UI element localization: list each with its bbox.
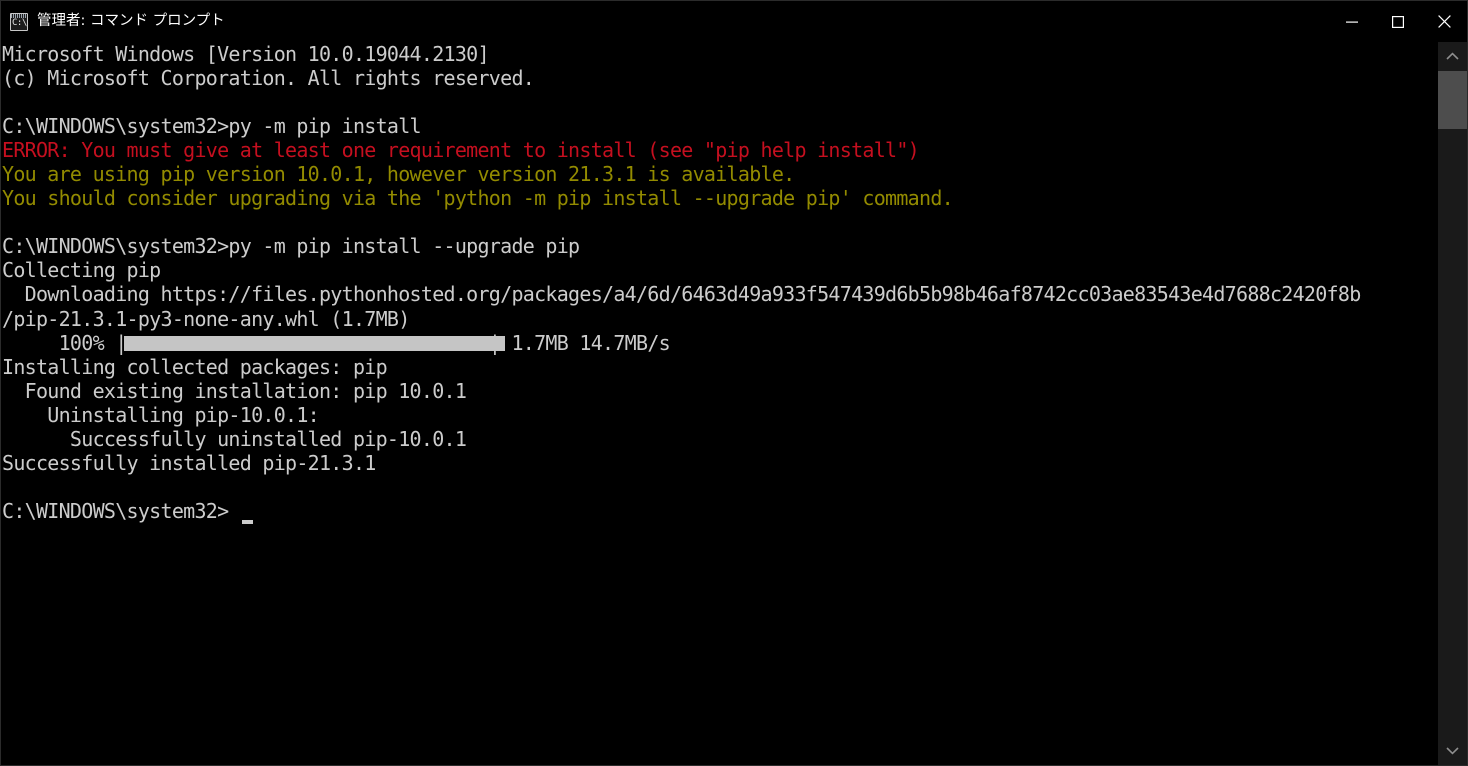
console-line: Uninstalling pip-10.0.1: [2,402,319,427]
console-line: ERROR: You must give at least one requir… [2,138,920,163]
vertical-scrollbar[interactable] [1438,42,1467,765]
chevron-up-icon [1446,52,1459,60]
console-text: Microsoft Windows [Version 10.0.19044.21… [2,42,1361,523]
download-progress-bar-fill [124,336,505,351]
console-line: (c) Microsoft Corporation. All rights re… [2,66,535,91]
console-line: Collecting pip [2,258,161,283]
scrollbar-thumb[interactable] [1438,71,1467,129]
cmd-icon-glyph: C:\_ [12,17,27,28]
close-icon [1437,15,1451,28]
console-output-area[interactable]: Microsoft Windows [Version 10.0.19044.21… [1,42,1438,765]
maximize-button[interactable] [1375,1,1421,42]
window-title: 管理者: コマンド プロンプト [37,13,225,29]
minimize-icon [1346,21,1358,23]
progress-stats-label: | 1.7MB 14.7MB/s [488,330,671,355]
command-prompt-window: C:\_ 管理者: コマンド プロンプト Microsoft Window [0,0,1468,766]
console-line: C:\WINDOWS\system32>py -m pip install --… [2,234,580,259]
maximize-icon [1392,15,1404,28]
console-line: Downloading https://files.pythonhosted.o… [2,282,1362,307]
text-cursor [242,520,253,524]
console-line: Microsoft Windows [Version 10.0.19044.21… [2,42,490,66]
minimize-button[interactable] [1329,1,1375,42]
console-line: C:\WINDOWS\system32>py -m pip install [2,114,422,139]
console-line: Installing collected packages: pip [2,354,388,379]
console-line: Successfully uninstalled pip-10.0.1 [2,426,467,451]
title-bar[interactable]: C:\_ 管理者: コマンド プロンプト [1,1,1467,42]
console-line: Found existing installation: pip 10.0.1 [2,378,467,403]
scrollbar-track[interactable] [1438,71,1467,736]
console-line: You should consider upgrading via the 'p… [2,186,954,211]
console-line: C:\WINDOWS\system32> [2,498,229,523]
scroll-down-button[interactable] [1438,736,1467,765]
console-line: /pip-21.3.1-py3-none-any.whl (1.7MB) [2,306,410,331]
close-button[interactable] [1421,1,1467,42]
cmd-prompt-icon[interactable]: C:\_ [10,12,28,31]
progress-percent-label: 100% | [2,330,128,355]
console-line: You are using pip version 10.0.1, howeve… [2,162,795,187]
console-line: Successfully installed pip-21.3.1 [2,450,376,475]
window-controls [1329,1,1467,42]
chevron-down-icon [1446,747,1459,755]
scroll-up-button[interactable] [1438,42,1467,71]
